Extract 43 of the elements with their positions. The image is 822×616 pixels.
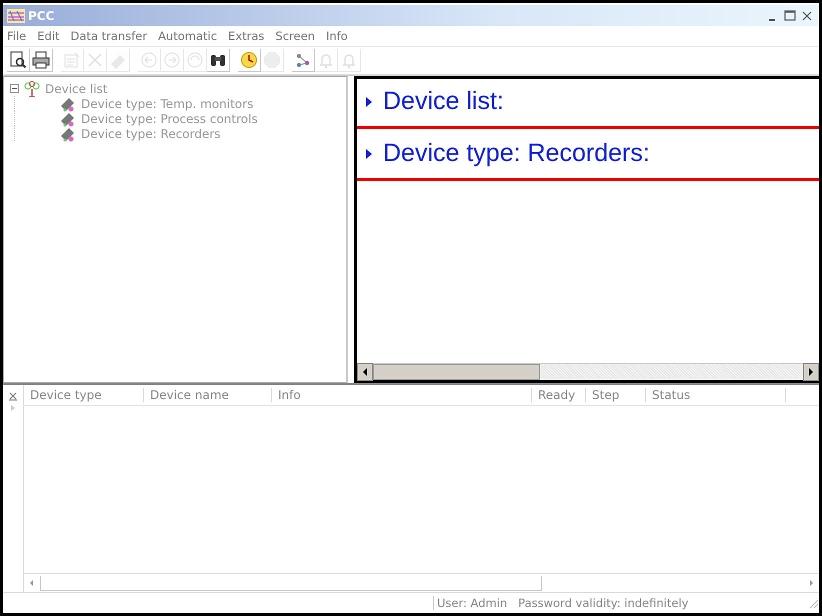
column-header[interactable]: Device type bbox=[24, 388, 144, 402]
menu-item[interactable]: Data transfer bbox=[70, 29, 148, 43]
resize-grip-icon[interactable] bbox=[807, 597, 819, 609]
tree-item[interactable]: Device type: Recorders bbox=[81, 126, 221, 140]
menu-item[interactable]: Extras bbox=[228, 29, 264, 43]
device-icon bbox=[59, 126, 77, 142]
scroll-thumb[interactable] bbox=[373, 364, 540, 380]
network-icon[interactable] bbox=[292, 49, 315, 72]
column-header[interactable]: Step bbox=[586, 388, 646, 402]
scroll-thumb[interactable] bbox=[40, 576, 542, 590]
bullet-icon bbox=[365, 148, 373, 160]
bullet-icon bbox=[365, 96, 373, 108]
menu-item[interactable]: Screen bbox=[275, 29, 315, 43]
column-header[interactable]: Device name bbox=[144, 388, 272, 402]
maximize-icon[interactable] bbox=[782, 8, 798, 22]
device-icon bbox=[59, 96, 77, 112]
menu-item[interactable]: Edit bbox=[37, 29, 60, 43]
print-icon[interactable] bbox=[30, 49, 53, 72]
menu-item[interactable]: File bbox=[7, 29, 26, 43]
clock-icon[interactable] bbox=[238, 49, 261, 72]
scroll-left-icon[interactable] bbox=[357, 363, 373, 381]
menu-item[interactable]: Info bbox=[326, 29, 348, 43]
horizontal-scrollbar[interactable] bbox=[357, 363, 819, 380]
collapse-toggle[interactable] bbox=[10, 84, 19, 93]
column-header[interactable]: Info bbox=[272, 388, 532, 402]
scroll-right-icon[interactable] bbox=[803, 363, 819, 381]
status-text: User: Admin Password validity: indefinitely bbox=[433, 596, 688, 610]
section-heading: Device list: bbox=[383, 87, 504, 116]
tree-item[interactable]: Device type: Temp. monitors bbox=[81, 96, 254, 110]
app-logo-icon bbox=[7, 8, 25, 22]
binoculars-icon[interactable] bbox=[207, 49, 230, 72]
column-header[interactable]: Ready bbox=[532, 388, 586, 402]
section-heading: Device type: Recorders: bbox=[383, 139, 650, 168]
window-title: PCC bbox=[28, 8, 54, 22]
device-icon bbox=[59, 110, 77, 126]
column-header[interactable]: Status bbox=[646, 388, 786, 402]
preview-icon[interactable] bbox=[7, 49, 30, 72]
tree-icon bbox=[23, 80, 41, 96]
tree-item[interactable]: Device list bbox=[45, 82, 108, 96]
menu-item[interactable]: Automatic bbox=[158, 29, 218, 43]
horizontal-scrollbar[interactable] bbox=[24, 573, 819, 592]
tree-item[interactable]: Device type: Process controls bbox=[81, 112, 258, 126]
close-icon[interactable] bbox=[8, 391, 18, 401]
